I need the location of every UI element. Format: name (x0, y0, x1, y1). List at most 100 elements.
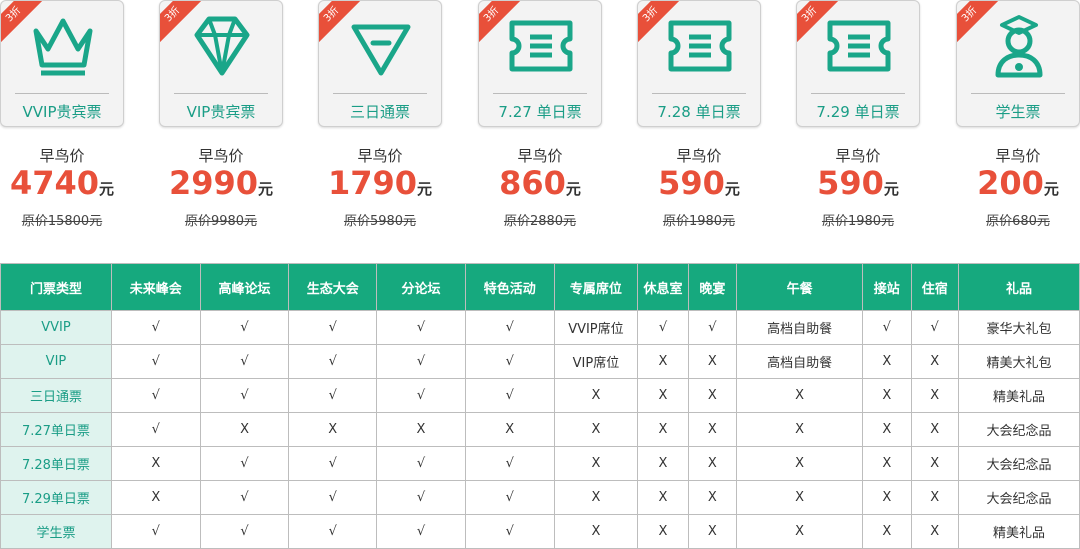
early-bird-label: 早鸟价 (357, 147, 403, 165)
table-cell: √ (199, 310, 290, 345)
table-cell: √ (862, 310, 912, 345)
early-bird-label: 早鸟价 (995, 147, 1041, 165)
price: 1790元 (318, 166, 442, 206)
table-cell: X (910, 344, 959, 379)
column-header: 特色活动 (464, 263, 555, 311)
original-price: 原价2880元 (503, 214, 577, 229)
table-cell: X (687, 344, 738, 379)
table-row: 三日通票 √ √ √ √ √ X X X X X X 精美礼品 (0, 378, 1080, 413)
price: 590元 (796, 166, 920, 206)
table-cell: X (862, 514, 912, 549)
ticket-card-box[interactable]: 3折 学生票 (956, 0, 1080, 127)
price-unit: 元 (883, 180, 899, 198)
table-cell: 精美礼品 (957, 514, 1080, 549)
table-cell: X (687, 446, 738, 481)
table-cell: √ (110, 412, 201, 447)
ticket-icon (665, 11, 735, 81)
row-header: 7.28单日票 (0, 446, 112, 481)
ticket-card[interactable]: 3折 7.29 单日票 早鸟价 590元 原价1980元 (796, 0, 920, 229)
table-cell: X (862, 412, 912, 447)
early-bird-label: 早鸟价 (39, 147, 85, 165)
table-cell: √ (199, 378, 290, 413)
table-cell: X (110, 446, 201, 481)
row-header: 学生票 (0, 514, 112, 549)
early-bird-label: 早鸟价 (676, 147, 722, 165)
price-value: 4740 (9, 164, 100, 202)
ticket-card[interactable]: 3折 学生票 早鸟价 200元 原价680元 (956, 0, 1080, 229)
ticket-card[interactable]: 3折 7.27 单日票早鸟价 860元原价2880元 (478, 0, 602, 229)
table-cell: X (862, 378, 912, 413)
table-cell: X (687, 378, 738, 413)
table-cell: X (637, 412, 689, 447)
table-cell: √ (376, 310, 466, 345)
ticket-name: 学生票 (995, 103, 1041, 121)
row-header: 7.29单日票 (0, 480, 112, 515)
table-cell: √ (376, 480, 466, 515)
gem-icon (346, 11, 416, 81)
ticket-card-box[interactable]: 3折 7.27 单日票 (478, 0, 602, 127)
ticket-card-box[interactable]: 3折 VVIP贵宾票 (0, 0, 124, 127)
price: 4740元 (0, 166, 124, 206)
price-unit: 元 (565, 180, 581, 198)
ticket-card[interactable]: 3折 7.28 单日票 早鸟价 590元 原价1980元 (637, 0, 761, 229)
early-bird-label: 早鸟价 (835, 147, 881, 165)
table-cell: √ (288, 344, 378, 379)
table-cell: X (736, 446, 864, 481)
ticket-card-box[interactable]: 3折 VIP贵宾票 (159, 0, 283, 127)
price: 2990元 (159, 166, 283, 206)
table-cell: √ (199, 480, 290, 515)
price-value: 2990 (168, 164, 259, 202)
column-header: 高峰论坛 (199, 263, 290, 311)
table-cell: √ (288, 310, 378, 345)
price-value: 200 (977, 164, 1044, 202)
table-cell: √ (687, 310, 738, 345)
ticket-card-box[interactable]: 3折 7.29 单日票 (796, 0, 920, 127)
early-bird-label: 早鸟价 (517, 147, 563, 165)
table-cell: 精美大礼包 (957, 344, 1080, 379)
table-cell: X (637, 480, 689, 515)
ticket-comparison-table: 门票类型 未来峰会 高峰论坛 生态大会 分论坛 特色活动 专属席位 休息室 晚宴 午餐 接站 住宿 礼品… (0, 263, 1080, 549)
table-cell: X (553, 446, 639, 481)
table-cell: X (910, 480, 959, 515)
price-unit: 元 (99, 180, 115, 198)
price-value: 860 (499, 164, 566, 202)
table-row: 7.28单日票 X √ √ √ √ X X X X X X 大会纪念品 (0, 446, 1080, 481)
table-cell: √ (288, 514, 378, 549)
diamond-icon (187, 11, 257, 81)
ticket-icon (506, 11, 576, 81)
divider (652, 93, 746, 94)
ticket-card[interactable]: 3折 VIP贵宾票 早鸟价 2990元 原价9980元 (159, 0, 283, 229)
column-header: 门票类型 (0, 263, 112, 311)
table-cell: X (910, 514, 959, 549)
table-cell: X (862, 480, 912, 515)
original-price: 原价15800元 (21, 214, 103, 229)
table-cell: 大会纪念品 (957, 446, 1080, 481)
table-cell: X (110, 480, 201, 515)
ticket-card-box[interactable]: 3折 7.28 单日票 (637, 0, 761, 127)
ticket-card[interactable]: 3折 三日通票 早鸟价 1790元 原价5980元 (318, 0, 442, 229)
table-cell: X (910, 446, 959, 481)
table-cell: √ (376, 344, 466, 379)
table-cell: √ (110, 378, 201, 413)
column-header: 分论坛 (376, 263, 466, 311)
table-cell: √ (464, 344, 555, 379)
table-cell: √ (288, 480, 378, 515)
table-cell: X (910, 412, 959, 447)
table-cell: X (736, 378, 864, 413)
table-cell: √ (288, 378, 378, 413)
ticket-name: VIP贵宾票 (186, 103, 256, 121)
table-cell: X (637, 514, 689, 549)
price: 590元 (637, 166, 761, 206)
ticket-card[interactable]: 3折 VVIP贵宾票早鸟价 4740元原价15800元 (0, 0, 124, 229)
early-bird-label: 早鸟价 (198, 147, 244, 165)
table-cell: √ (464, 514, 555, 549)
table-cell: √ (110, 310, 201, 345)
ticket-card-box[interactable]: 3折 三日通票 (318, 0, 442, 127)
price-unit: 元 (417, 180, 433, 198)
table-cell: VVIP席位 (553, 310, 639, 345)
price-value: 1790 (327, 164, 418, 202)
price-value: 590 (658, 164, 725, 202)
ticket-icon (824, 11, 894, 81)
table-row: 学生票 √ √ √ √ √ X X X X X X 精美礼品 (0, 514, 1080, 549)
divider (493, 93, 587, 94)
